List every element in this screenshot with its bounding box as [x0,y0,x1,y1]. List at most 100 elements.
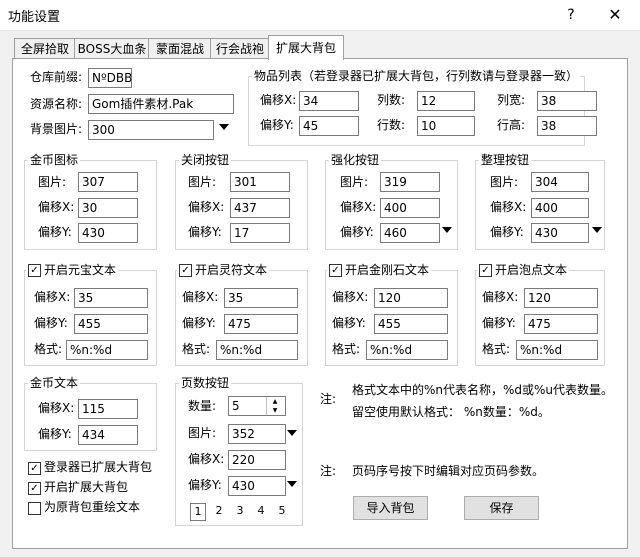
spin-down-icon[interactable]: ▼ [267,406,283,415]
item-row-height-label: 行高: [497,118,526,132]
gold-text-oy-label: 偏移Y: [38,427,72,441]
login-extended-checkbox[interactable]: ✓ [28,462,41,475]
tab-fullscreen-pickup[interactable]: 全屏拾取 [14,38,76,59]
jingang-text-checkbox[interactable]: ✓ [329,264,342,277]
item-col-width-input[interactable]: 38 [537,91,597,111]
item-offset-y-label: 偏移Y: [260,118,294,132]
close-button-ox-input[interactable]: 437 [230,198,290,218]
page-count-spinner[interactable]: ▲ ▼ [266,397,283,415]
redraw-text-label[interactable]: 为原背包重绘文本 [44,497,140,517]
item-cols-input[interactable]: 12 [417,91,475,111]
yuanbao-oy-input[interactable]: 455 [74,314,148,334]
page-pic-input[interactable]: 352 [228,424,286,444]
yuanbao-fmt-input[interactable]: %n:%d [66,340,148,360]
gold-icon-ox-label: 偏移X: [38,200,75,214]
paodian-text-checkbox[interactable]: ✓ [479,264,492,277]
item-rows-input[interactable]: 10 [417,116,475,136]
background-input[interactable]: 300 [88,120,214,140]
jingang-ox-input[interactable]: 120 [374,288,448,308]
item-cols-label: 列数: [377,93,406,107]
prefix-label: 仓库前缀: [30,70,83,84]
note-prefix-1: 注: [320,392,337,406]
tidy-dropdown-icon[interactable] [592,227,602,233]
page-tab-3[interactable]: 3 [232,503,248,519]
note-line-3: 页码序号按下时编辑对应页码参数。 [352,464,545,478]
paodian-oy-input[interactable]: 475 [524,314,598,334]
gold-text-ox-input[interactable]: 115 [78,399,138,419]
help-button[interactable]: ? [556,3,586,27]
paodian-fmt-input[interactable]: %n:%d [516,340,598,360]
paodian-ox-label: 偏移X: [482,290,519,304]
lingfu-ox-input[interactable]: 35 [224,288,298,308]
tidy-oy-input[interactable]: 430 [531,223,589,243]
page-pic-dropdown-icon[interactable] [287,430,297,436]
page-ox-input[interactable]: 220 [228,450,286,470]
strengthen-button-title: 强化按钮 [329,153,382,167]
gold-text-ox-label: 偏移X: [38,401,75,415]
enable-extended-label[interactable]: 开启扩展大背包 [44,477,128,497]
strengthen-ox-input[interactable]: 400 [380,198,440,218]
close-button[interactable]: ✕ [600,3,630,27]
save-button[interactable]: 保存 [464,496,539,520]
tidy-ox-label: 偏移X: [490,200,527,214]
yuanbao-ox-input[interactable]: 35 [74,288,148,308]
lingfu-oy-input[interactable]: 475 [224,314,298,334]
login-extended-label[interactable]: 登录器已扩展大背包 [44,457,152,477]
gold-text-oy-input[interactable]: 434 [78,425,138,445]
close-button-oy-input[interactable]: 17 [230,223,290,243]
item-offset-y-input[interactable]: 45 [299,116,359,136]
gold-icon-title: 金币图标 [28,153,81,167]
page-oy-label: 偏移Y: [188,478,222,492]
yuanbao-ox-label: 偏移X: [34,290,71,304]
import-bag-button[interactable]: 导入背包 [353,496,428,520]
page-tab-5[interactable]: 5 [274,503,290,519]
redraw-text-checkbox[interactable] [28,502,41,515]
resource-input[interactable]: Gom插件素材.Pak [88,94,234,114]
close-button-pic-input[interactable]: 301 [230,172,290,192]
strengthen-dropdown-icon[interactable] [442,227,452,233]
tab-masked-battle[interactable]: 蒙面混战 [148,38,212,59]
note-prefix-2: 注: [320,464,337,478]
gold-icon-ox-input[interactable]: 30 [78,198,138,218]
window-title: 功能设置 [8,10,61,25]
paodian-ox-input[interactable]: 120 [524,288,598,308]
page-button-title: 页数按钮 [179,376,232,390]
note-line-1: 格式文本中的%n代表名称，%d或%u代表数量。 [352,383,614,397]
page-tab-1[interactable]: 1 [190,503,206,521]
note-line-2: 留空使用默认格式： %n数量：%d。 [352,405,550,419]
strengthen-ox-label: 偏移X: [340,200,377,214]
tab-guild-robe[interactable]: 行会战袍 [210,38,270,59]
close-button-oy-label: 偏移Y: [188,225,222,239]
tidy-button-title: 整理按钮 [479,153,532,167]
yuanbao-text-checkbox[interactable]: ✓ [28,264,41,277]
page-oy-dropdown-icon[interactable] [287,481,297,487]
lingfu-text-checkbox[interactable]: ✓ [179,264,192,277]
item-col-width-label: 列宽: [497,93,526,107]
item-row-height-input[interactable]: 38 [537,116,597,136]
page-tab-2[interactable]: 2 [211,503,227,519]
page-tab-4[interactable]: 4 [253,503,269,519]
tidy-pic-label: 图片: [490,175,519,189]
tab-extended-bag[interactable]: 扩展大背包 [268,35,344,60]
page-pic-label: 图片: [188,426,217,440]
lingfu-fmt-input[interactable]: %n:%d [216,340,298,360]
close-button-group-title: 关闭按钮 [179,153,232,167]
enable-extended-checkbox[interactable]: ✓ [28,482,41,495]
item-offset-x-input[interactable]: 34 [299,91,359,111]
tidy-ox-input[interactable]: 400 [531,198,589,218]
jingang-oy-input[interactable]: 455 [374,314,448,334]
gold-icon-pic-input[interactable]: 307 [78,172,138,192]
gold-icon-oy-input[interactable]: 430 [78,223,138,243]
background-dropdown-icon[interactable] [219,124,229,130]
jingang-ox-label: 偏移X: [332,290,369,304]
strengthen-oy-input[interactable]: 460 [380,223,440,243]
page-oy-input[interactable]: 430 [228,476,286,496]
yuanbao-oy-label: 偏移Y: [34,316,68,330]
prefix-input[interactable]: NºDBB [88,68,132,88]
strengthen-pic-input[interactable]: 319 [380,172,440,192]
page-count-label: 数量: [188,399,217,413]
jingang-fmt-input[interactable]: %n:%d [366,340,448,360]
tab-boss-hp-bar[interactable]: BOSS大血条 [74,38,150,59]
tidy-pic-input[interactable]: 304 [531,172,589,192]
spin-up-icon[interactable]: ▲ [267,397,283,406]
